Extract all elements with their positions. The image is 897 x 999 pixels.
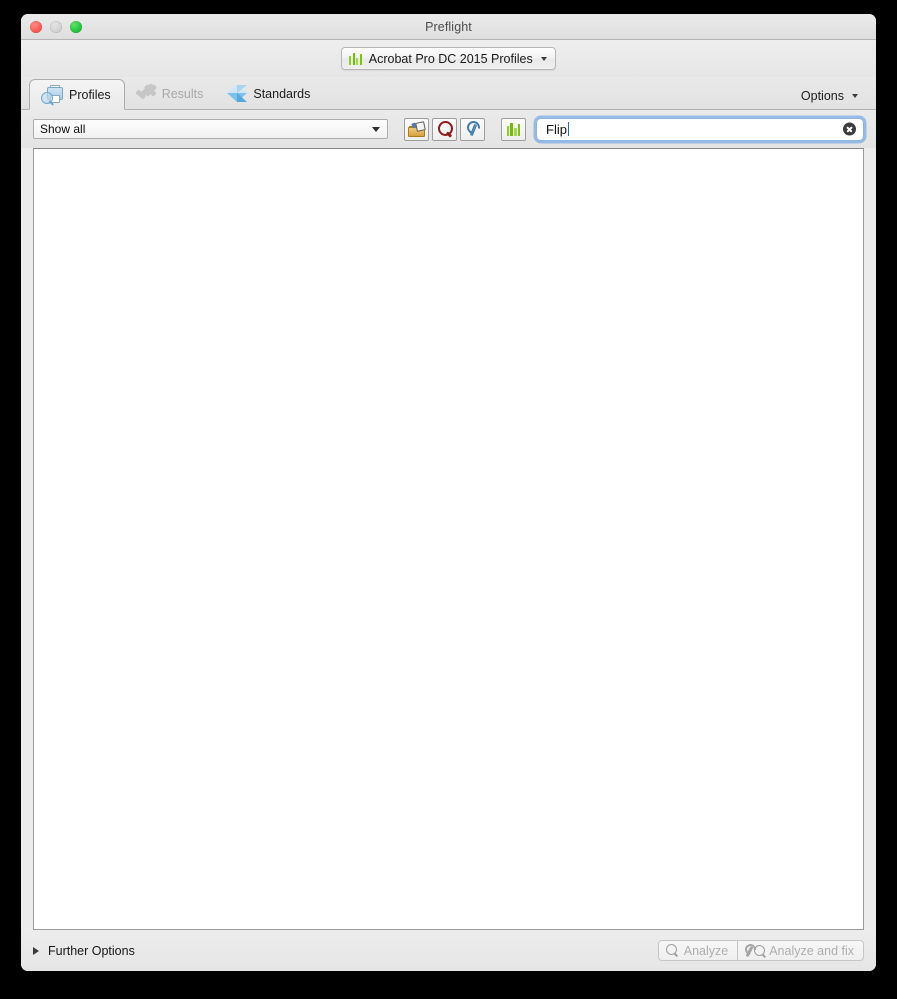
edit-profile-icon: [408, 120, 426, 137]
profile-set-label: Acrobat Pro DC 2015 Profiles: [368, 51, 533, 66]
tab-standards[interactable]: Standards: [216, 78, 323, 109]
text-cursor: [567, 122, 570, 136]
chevron-down-icon: [372, 126, 380, 132]
wrench-magnifier-icon: [742, 941, 767, 958]
search-input[interactable]: Flip: [536, 117, 864, 141]
analyze-label: Analyze: [683, 943, 729, 958]
search-value: Flip: [546, 121, 567, 137]
window-title: Preflight: [425, 19, 472, 34]
check-cross-icon: [135, 82, 157, 103]
profile-set-bar: Acrobat Pro DC 2015 Profiles: [21, 40, 876, 77]
profile-set-dropdown[interactable]: Acrobat Pro DC 2015 Profiles: [341, 47, 556, 70]
maximize-button[interactable]: [70, 20, 82, 33]
tab-results[interactable]: Results: [125, 78, 217, 109]
further-options-toggle[interactable]: Further Options: [33, 944, 135, 958]
filter-value: Show all: [40, 122, 86, 136]
preflight-window: Preflight Acrobat Pro DC 2015 Profiles P…: [21, 14, 876, 971]
tab-results-label: Results: [161, 86, 204, 101]
profile-set-button[interactable]: [501, 117, 526, 141]
close-button[interactable]: [30, 20, 42, 33]
analyze-and-fix-label: Analyze and fix: [769, 943, 854, 958]
profiles-list[interactable]: [33, 148, 864, 930]
magnifier-icon: [665, 943, 680, 958]
blue-diamond-icon: [227, 84, 248, 104]
clear-search-button[interactable]: [843, 122, 856, 136]
toolbar-button-group: [404, 117, 526, 141]
main-content: [21, 148, 876, 930]
analyze-button[interactable]: Analyze: [657, 940, 739, 961]
disclosure-triangle-right-icon: [33, 946, 39, 955]
tab-profiles[interactable]: Profiles: [29, 79, 125, 110]
wrench-icon: [463, 118, 483, 137]
minimize-button[interactable]: [50, 20, 62, 33]
options-label: Options: [800, 89, 844, 103]
filter-dropdown[interactable]: Show all: [33, 119, 388, 139]
further-options-label: Further Options: [48, 943, 135, 958]
action-button-group: Analyze Analyze and fix: [657, 940, 864, 961]
chevron-down-icon: [852, 94, 858, 98]
options-menu-button[interactable]: Options: [801, 89, 858, 103]
edit-profile-button[interactable]: [404, 117, 429, 141]
printer-magnifier-icon: [41, 84, 63, 106]
magnifier-icon: [437, 121, 453, 138]
inspect-button[interactable]: [432, 117, 457, 141]
chevron-down-icon: [540, 56, 547, 61]
fixups-button[interactable]: [460, 117, 485, 141]
profiles-toolbar: Show all Flip: [21, 110, 876, 148]
bar-chart-icon: [349, 52, 362, 65]
traffic-lights: [30, 20, 82, 33]
bottom-bar: Further Options Analyze Analyze and fix: [21, 930, 876, 971]
tab-bar: Profiles Results Standards Options: [21, 77, 876, 110]
window-titlebar: Preflight: [21, 14, 876, 40]
tab-standards-label: Standards: [253, 86, 311, 101]
tab-profiles-label: Profiles: [69, 87, 111, 102]
analyze-and-fix-button[interactable]: Analyze and fix: [738, 940, 864, 961]
search-container: Flip: [536, 117, 864, 142]
bar-chart-icon: [506, 122, 521, 136]
